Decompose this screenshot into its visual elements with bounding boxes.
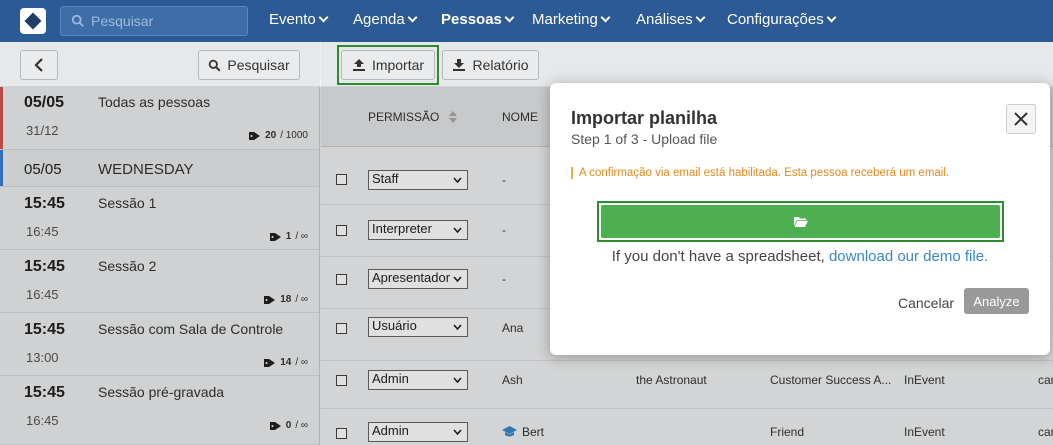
chevron-down-icon — [504, 12, 515, 23]
download-icon — [453, 59, 466, 71]
upload-file-button[interactable] — [601, 205, 1000, 238]
demo-hint: If you don't have a spreadsheet, downloa… — [550, 248, 1050, 265]
global-search[interactable] — [60, 6, 248, 36]
nav-marketing-label: Marketing — [532, 11, 598, 28]
analyze-button[interactable]: Analyze — [964, 288, 1029, 314]
search-icon — [209, 59, 221, 71]
import-modal: Importar planilha Step 1 of 3 - Upload f… — [550, 83, 1050, 355]
close-button[interactable] — [1006, 104, 1036, 134]
nav-configuracoes-label: Configurações — [727, 11, 824, 28]
upload-icon — [352, 59, 365, 71]
demo-file-link[interactable]: download our demo file. — [829, 248, 988, 265]
modal-step: Step 1 of 3 - Upload file — [571, 131, 718, 147]
nav-evento[interactable]: Evento — [269, 11, 329, 28]
back-button[interactable] — [20, 50, 58, 80]
nav-configuracoes[interactable]: Configurações — [727, 11, 837, 28]
nav-pessoas-label: Pessoas — [441, 11, 502, 28]
nav-agenda[interactable]: Agenda — [353, 11, 418, 28]
chevron-down-icon — [407, 12, 418, 23]
close-icon — [1014, 112, 1028, 126]
app-logo[interactable] — [20, 8, 46, 34]
report-button[interactable]: Relatório — [442, 50, 539, 80]
search-icon — [71, 14, 84, 27]
chevron-left-icon — [34, 58, 43, 72]
left-search-label: Pesquisar — [227, 57, 290, 73]
email-notice: A confirmação via email está habilitada.… — [571, 167, 949, 179]
left-toolbar: Pesquisar — [0, 42, 320, 87]
import-label: Importar — [371, 57, 425, 73]
chevron-down-icon — [600, 12, 611, 23]
nav-analises-label: Análises — [636, 11, 693, 28]
report-label: Relatório — [472, 57, 529, 73]
chevron-down-icon — [826, 12, 837, 23]
chevron-down-icon — [318, 12, 329, 23]
upload-highlight — [597, 201, 1004, 242]
main-toolbar: Importar Relatório — [321, 42, 1053, 87]
nav-agenda-label: Agenda — [353, 11, 405, 28]
nav-evento-label: Evento — [269, 11, 316, 28]
cancel-button[interactable]: Cancelar — [898, 295, 954, 311]
search-input[interactable] — [91, 7, 241, 35]
left-search-button[interactable]: Pesquisar — [198, 50, 300, 80]
top-nav: Evento Agenda Pessoas Marketing Análises… — [0, 0, 1053, 42]
nav-analises[interactable]: Análises — [636, 11, 706, 28]
chevron-down-icon — [695, 12, 706, 23]
hint-text: If you don't have a spreadsheet, — [611, 248, 825, 265]
import-button[interactable]: Importar — [341, 50, 435, 80]
folder-open-icon — [793, 217, 808, 227]
modal-title: Importar planilha — [571, 108, 718, 128]
nav-marketing[interactable]: Marketing — [532, 11, 611, 28]
nav-pessoas[interactable]: Pessoas — [441, 11, 515, 28]
